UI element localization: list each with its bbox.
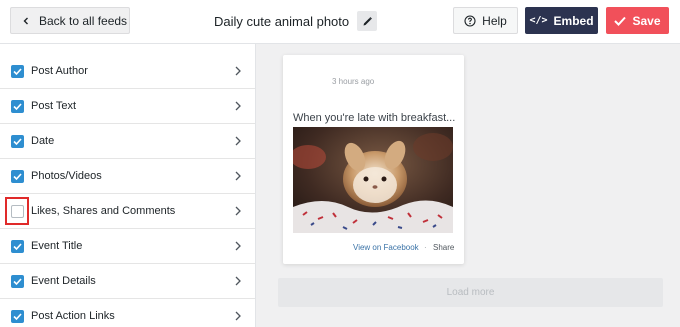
pencil-icon <box>363 16 372 25</box>
chevron-right-icon <box>235 101 241 111</box>
help-label: Help <box>482 13 507 28</box>
check-icon <box>13 67 22 75</box>
checkbox-checked[interactable] <box>11 309 24 323</box>
chevron-right-icon <box>235 136 241 146</box>
check-icon <box>13 102 22 110</box>
help-button[interactable]: Help <box>453 7 518 34</box>
load-more-button[interactable]: Load more <box>278 278 663 307</box>
check-icon <box>13 277 22 285</box>
help-circle-icon <box>464 14 476 27</box>
embed-button[interactable]: </> Embed <box>525 7 598 34</box>
checkbox-checked[interactable] <box>11 274 24 288</box>
sidebar-item-label: Post Action Links <box>31 310 115 322</box>
check-icon <box>13 312 22 320</box>
chevron-right-icon <box>235 311 241 321</box>
save-button[interactable]: Save <box>606 7 669 34</box>
sidebar-item-label: Date <box>31 135 55 147</box>
sidebar-item-label: Post Author <box>31 65 88 77</box>
sidebar-item-post-text[interactable]: Post Text <box>0 89 255 124</box>
back-to-feeds-button[interactable]: Back to all feeds <box>10 7 130 34</box>
bunny-photo-image <box>293 127 453 233</box>
sidebar: Post Author Post Text Date Photos/Videos… <box>0 44 256 327</box>
checkbox-checked[interactable] <box>11 239 24 253</box>
check-icon <box>13 137 22 145</box>
sidebar-item-photos-videos[interactable]: Photos/Videos <box>0 159 255 194</box>
separator-dot: · <box>424 243 427 252</box>
chevron-right-icon <box>235 66 241 76</box>
checkbox-checked[interactable] <box>11 134 24 148</box>
highlight-box <box>5 197 29 225</box>
sidebar-item-date[interactable]: Date <box>0 124 255 159</box>
edit-title-button[interactable] <box>357 11 378 31</box>
embed-label: Embed <box>553 13 594 28</box>
chevron-right-icon <box>235 241 241 251</box>
post-photo[interactable] <box>293 127 453 233</box>
checkmark-icon <box>614 16 627 26</box>
sidebar-item-label: Likes, Shares and Comments <box>31 205 176 217</box>
sidebar-item-label: Event Title <box>31 240 83 252</box>
chevron-right-icon <box>235 276 241 286</box>
post-timestamp: 3 hours ago <box>332 77 375 86</box>
sidebar-item-label: Photos/Videos <box>31 170 102 182</box>
check-icon <box>13 242 22 250</box>
checkbox-checked[interactable] <box>11 64 24 78</box>
page-title: Daily cute animal photo <box>214 13 350 29</box>
share-link[interactable]: Share <box>433 243 454 252</box>
post-text: When you're late with breakfast... <box>293 112 456 124</box>
checkbox-checked[interactable] <box>11 99 24 113</box>
save-label: Save <box>632 13 661 28</box>
feed-title-group: Daily cute animal photo <box>214 11 378 31</box>
sidebar-item-likes-shares-comments[interactable]: Likes, Shares and Comments <box>0 194 255 229</box>
chevron-right-icon <box>235 171 241 181</box>
code-icon: </> <box>529 15 548 26</box>
view-on-facebook-link[interactable]: View on Facebook <box>353 243 419 252</box>
sidebar-item-event-details[interactable]: Event Details <box>0 264 255 299</box>
chevron-right-icon <box>235 206 241 216</box>
sidebar-item-label: Event Details <box>31 275 96 287</box>
sidebar-item-event-title[interactable]: Event Title <box>0 229 255 264</box>
top-bar: Back to all feeds Daily cute animal phot… <box>0 0 680 44</box>
sidebar-item-label: Post Text <box>31 100 77 112</box>
check-icon <box>13 172 22 180</box>
back-label: Back to all feeds <box>39 13 128 28</box>
sidebar-item-post-author[interactable]: Post Author <box>0 54 255 89</box>
load-more-label: Load more <box>446 287 495 298</box>
post-preview-card: 3 hours ago When you're late with breakf… <box>283 55 464 264</box>
chevron-left-icon <box>23 17 28 24</box>
checkbox-checked[interactable] <box>11 169 24 183</box>
sidebar-item-post-action-links[interactable]: Post Action Links <box>0 299 255 327</box>
